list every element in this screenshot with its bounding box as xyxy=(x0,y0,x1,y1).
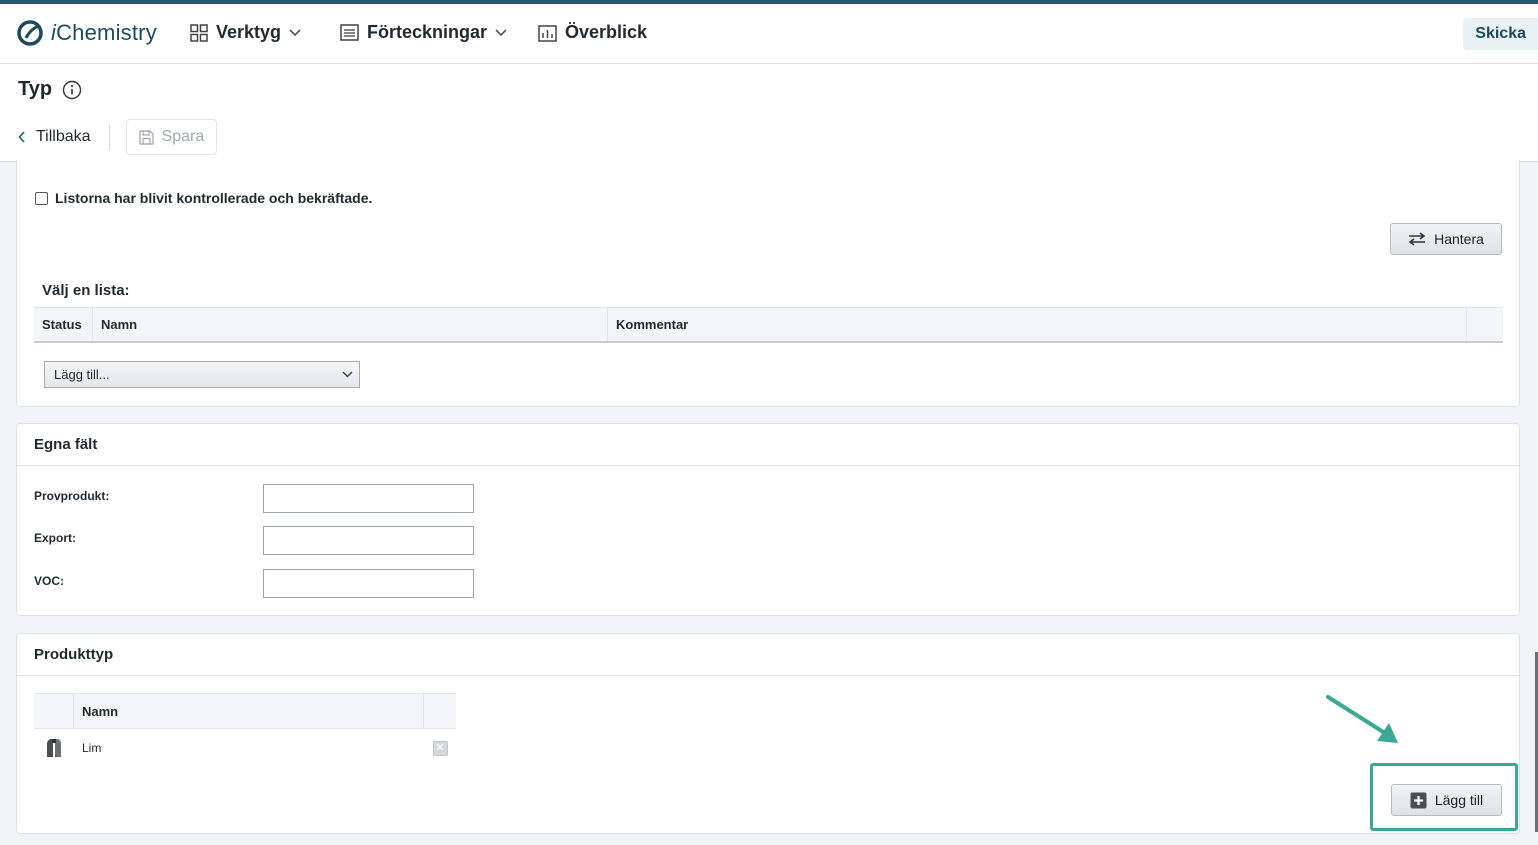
close-icon: ✕ xyxy=(432,740,448,756)
page-toolbar: Tillbaka Spara xyxy=(18,119,218,155)
app-logo[interactable]: iChemistry xyxy=(17,20,157,46)
manage-button[interactable]: Hantera xyxy=(1390,223,1502,255)
navbar: iChemistry Verktyg Förteckningar Överbli… xyxy=(0,4,1538,64)
annotation-arrow-icon xyxy=(1326,695,1398,743)
glue-tube-icon xyxy=(34,738,74,758)
send-button[interactable]: Skicka xyxy=(1463,18,1538,50)
table-row: Lim ✕ xyxy=(34,729,456,767)
main-content: Listorna har blivit kontrollerade och be… xyxy=(0,160,1538,845)
lists-confirmed-label: Listorna har blivit kontrollerade och be… xyxy=(55,190,373,206)
product-type-card: Produkttyp Namn Lim ✕ Lägg till xyxy=(16,633,1520,834)
voc-input[interactable] xyxy=(263,569,474,598)
floppy-disk-icon xyxy=(138,129,154,145)
custom-fields-title: Egna fält xyxy=(17,424,1519,466)
column-name: Namn xyxy=(93,308,608,341)
nav-overblick[interactable]: Överblick xyxy=(538,22,647,43)
chevron-down-icon xyxy=(289,28,301,36)
field-label-voc: VOC: xyxy=(34,574,64,588)
field-label-provprodukt: Provprodukt: xyxy=(34,489,110,503)
list-icon xyxy=(340,24,359,41)
info-icon[interactable] xyxy=(62,80,82,100)
product-type-table-header: Namn xyxy=(34,693,456,729)
app-name: iChemistry xyxy=(51,20,157,45)
nav-verktyg[interactable]: Verktyg xyxy=(190,22,301,43)
choose-list-label: Välj en lista: xyxy=(42,282,130,299)
swap-arrows-icon xyxy=(1408,232,1426,246)
grid-icon xyxy=(190,23,208,42)
add-list-select[interactable]: Lägg till... xyxy=(44,361,360,388)
product-type-name: Lim xyxy=(82,741,102,755)
chevron-down-icon xyxy=(495,28,507,36)
product-type-title: Produkttyp xyxy=(17,634,1519,676)
lists-table-header: Status Namn Kommentar xyxy=(34,307,1503,343)
nav-forteckningar[interactable]: Förteckningar xyxy=(340,22,507,43)
custom-fields-card: Egna fält Provprodukt: Export: VOC: xyxy=(16,423,1520,616)
chevron-left-icon xyxy=(18,131,25,143)
logo-mark-icon xyxy=(17,20,43,46)
save-label: Spara xyxy=(161,128,205,145)
page-header: Typ Tillbaka Spara xyxy=(0,64,1538,162)
page-title-text: Typ xyxy=(18,78,53,100)
save-button[interactable]: Spara xyxy=(125,119,218,155)
column-actions xyxy=(424,694,456,728)
add-list-select-value: Lägg till... xyxy=(54,367,110,382)
column-actions xyxy=(1467,308,1503,341)
remove-row-button[interactable]: ✕ xyxy=(424,740,456,756)
product-type-table: Namn Lim ✕ xyxy=(34,693,456,767)
column-comment: Kommentar xyxy=(608,308,1467,341)
chart-icon xyxy=(538,25,557,42)
provprodukt-input[interactable] xyxy=(263,484,474,513)
export-input[interactable] xyxy=(263,526,474,555)
nav-overblick-label: Överblick xyxy=(565,22,648,42)
nav-verktyg-label: Verktyg xyxy=(216,22,282,42)
page-title: Typ xyxy=(18,78,82,101)
lists-confirmed-checkbox[interactable] xyxy=(35,191,48,205)
lists-card: Listorna har blivit kontrollerade och be… xyxy=(16,160,1520,407)
column-name: Namn xyxy=(74,694,424,728)
annotation-highlight-box xyxy=(1370,763,1518,831)
chevron-down-icon xyxy=(342,371,353,378)
lists-confirmed-checkbox-row[interactable]: Listorna har blivit kontrollerade och be… xyxy=(35,190,372,206)
manage-label: Hantera xyxy=(1434,231,1484,247)
back-label: Tillbaka xyxy=(36,128,91,145)
back-button[interactable]: Tillbaka xyxy=(18,124,110,150)
column-icon xyxy=(34,694,74,728)
nav-forteckningar-label: Förteckningar xyxy=(367,22,488,42)
field-label-export: Export: xyxy=(34,531,76,545)
column-status: Status xyxy=(34,308,93,341)
